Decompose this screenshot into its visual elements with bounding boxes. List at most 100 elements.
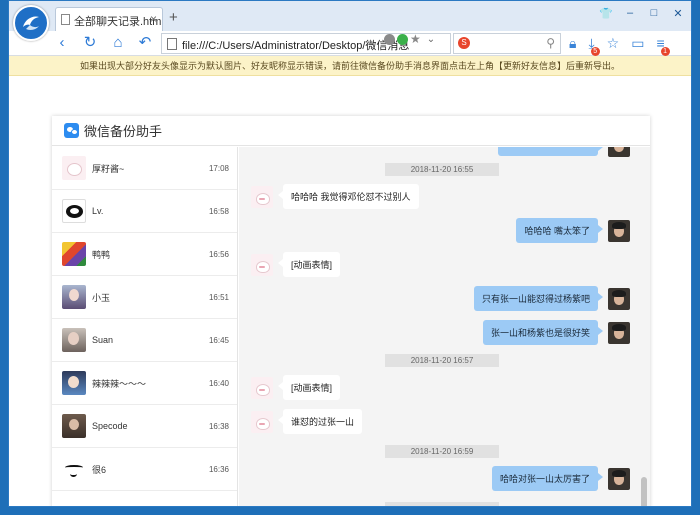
- tab-close-icon[interactable]: ×: [150, 12, 157, 26]
- avatar: [62, 199, 86, 223]
- browser-logo-icon[interactable]: [13, 5, 49, 41]
- maximize-button[interactable]: □: [647, 7, 661, 20]
- back-icon[interactable]: ‹: [53, 34, 71, 52]
- avatar: [251, 376, 273, 399]
- page-content: 微信备份助手 厚籽酱~ 17:08 Lv. 16:58 鸭鸭 16:56 小玉 …: [9, 76, 691, 506]
- timestamp: 2018-11-20 16:59: [385, 445, 499, 458]
- avatar: [62, 242, 86, 266]
- message-bubble: 只有张一山能怼得过杨紫吧: [473, 286, 604, 311]
- search-icon[interactable]: ⚲: [546, 36, 555, 50]
- card-header: 微信备份助手: [52, 116, 650, 146]
- avatar: [62, 156, 86, 180]
- avatar: [608, 467, 630, 490]
- message-row: 张一山和杨紫也是很好笑: [482, 320, 630, 345]
- message-bubble: 哈哈对张一山太厉害了: [491, 466, 604, 491]
- message-bubble: 哈哈哈 嘴太笨了: [516, 218, 603, 243]
- scroll-thumb[interactable]: [641, 477, 647, 506]
- contact-name: 鸭鸭: [92, 249, 111, 260]
- avatar: [608, 321, 630, 344]
- avatar: [608, 147, 630, 157]
- search-engine-icon[interactable]: S: [458, 37, 470, 49]
- contact-time: 16:51: [208, 292, 229, 302]
- message-row: 哈哈哈 嘴太笨了: [516, 218, 630, 243]
- message-row: 哈哈对张一山太厉害了: [491, 466, 630, 491]
- toolbar-right: 🔒︎ ⤓ 5 ☆ ▭ ≡ 1: [569, 35, 670, 56]
- contact-item[interactable]: Lv. 16:58: [52, 190, 237, 233]
- message-row: [动画表情]: [251, 375, 341, 400]
- minimize-button[interactable]: –: [623, 7, 637, 20]
- favorite-icon[interactable]: ☆: [607, 35, 620, 52]
- contact-name: 小玉: [92, 292, 111, 303]
- message-bubble: 哈哈哈 我觉得邓伦怼不过别人: [278, 184, 419, 209]
- address-buttons: ★ ⌄: [384, 33, 435, 45]
- menu-badge: 1: [660, 47, 670, 56]
- refresh-icon[interactable]: ↻: [81, 34, 99, 52]
- window-icon[interactable]: ▭: [631, 35, 644, 52]
- speed-mode-icon[interactable]: [397, 34, 408, 45]
- message-bubble: 谁怼的过张一山: [277, 409, 363, 434]
- tab-chat-records[interactable]: 全部聊天记录.html ×: [55, 7, 163, 31]
- app-title: 微信备份助手: [84, 124, 163, 139]
- message-row-partial: [498, 147, 630, 157]
- notice-bar: 如果出现大部分好友头像显示为默认图片、好友昵称显示错误，请前往微信备份助手消息界…: [9, 56, 691, 76]
- avatar: [608, 287, 630, 310]
- page-icon: [167, 38, 177, 50]
- contact-name: 很6: [92, 464, 107, 475]
- contact-time: 16:58: [208, 206, 229, 216]
- contact-item[interactable]: 厚籽酱~ 17:08: [52, 147, 237, 190]
- avatar: [608, 219, 630, 242]
- message-bubble: 张一山和杨紫也是很好笑: [482, 320, 604, 345]
- contact-time: 16:36: [208, 464, 229, 474]
- timestamp: 2018-11-20 16:57: [385, 354, 499, 367]
- contact-item[interactable]: 很6 16:36: [52, 448, 237, 491]
- avatar: [251, 185, 273, 208]
- message-row: 只有张一山能怼得过杨紫吧: [473, 286, 630, 311]
- contact-time: 17:08: [208, 163, 229, 173]
- timestamp-partial: [385, 502, 499, 506]
- browser-window: 全部聊天记录.html × + 👕 – □ ✕ ‹ ↻ ⌂ ↶ file:///…: [8, 0, 692, 507]
- contact-time: 16:56: [208, 249, 229, 259]
- timestamp: 2018-11-20 16:55: [385, 163, 499, 176]
- window-controls: 👕 – □ ✕: [599, 7, 685, 20]
- undo-icon[interactable]: ↶: [136, 34, 154, 52]
- message-row: 谁怼的过张一山: [251, 409, 363, 434]
- lock-icon[interactable]: 🔒︎: [569, 35, 576, 52]
- skin-icon[interactable]: 👕: [599, 7, 613, 20]
- contact-item[interactable]: Suan 16:45: [52, 319, 237, 362]
- avatar: [62, 414, 86, 438]
- chat-scrollbar[interactable]: [641, 147, 647, 506]
- contact-time: 16:38: [208, 421, 229, 431]
- contact-list: 厚籽酱~ 17:08 Lv. 16:58 鸭鸭 16:56 小玉 16:51 S…: [52, 147, 238, 506]
- compat-mode-icon[interactable]: [384, 34, 395, 45]
- chevron-down-icon[interactable]: ⌄: [427, 34, 435, 45]
- document-icon: [61, 14, 70, 25]
- contact-name: Specode: [92, 421, 128, 431]
- avatar: [62, 328, 86, 352]
- contact-name: Lv.: [92, 206, 104, 216]
- avatar: [62, 371, 86, 395]
- avatar: [251, 253, 273, 276]
- search-input[interactable]: S ⚲: [453, 33, 561, 54]
- contact-item[interactable]: 小玉 16:51: [52, 276, 237, 319]
- contact-name: 辣辣辣～～～: [92, 378, 147, 389]
- contact-item[interactable]: 鸭鸭 16:56: [52, 233, 237, 276]
- contact-item[interactable]: 辣辣辣～～～ 16:40: [52, 362, 237, 405]
- close-window-button[interactable]: ✕: [671, 7, 685, 20]
- address-text: file:///C:/Users/Administrator/Desktop/微…: [182, 40, 410, 52]
- message-row: [动画表情]: [251, 252, 341, 277]
- avatar: [62, 285, 86, 309]
- contact-time: 16:40: [208, 378, 229, 388]
- download-badge: 5: [590, 47, 600, 56]
- contact-item[interactable]: Specode 16:38: [52, 405, 237, 448]
- wechat-backup-card: 微信备份助手 厚籽酱~ 17:08 Lv. 16:58 鸭鸭 16:56 小玉 …: [52, 116, 650, 506]
- new-tab-button[interactable]: +: [169, 9, 178, 26]
- menu-icon[interactable]: ≡ 1: [656, 35, 670, 56]
- contact-time: 16:45: [208, 335, 229, 345]
- star-icon[interactable]: ★: [410, 33, 421, 45]
- contact-name: 厚籽酱~: [92, 163, 125, 174]
- download-icon[interactable]: ⤓ 5: [588, 35, 600, 56]
- home-icon[interactable]: ⌂: [109, 34, 127, 52]
- chat-panel: 2018-11-20 16:55 哈哈哈 我觉得邓伦怼不过别人 哈哈哈 嘴太笨了…: [239, 147, 650, 506]
- avatar: [62, 457, 86, 481]
- browser-toolbar: ‹ ↻ ⌂ ↶ file:///C:/Users/Administrator/D…: [9, 31, 691, 56]
